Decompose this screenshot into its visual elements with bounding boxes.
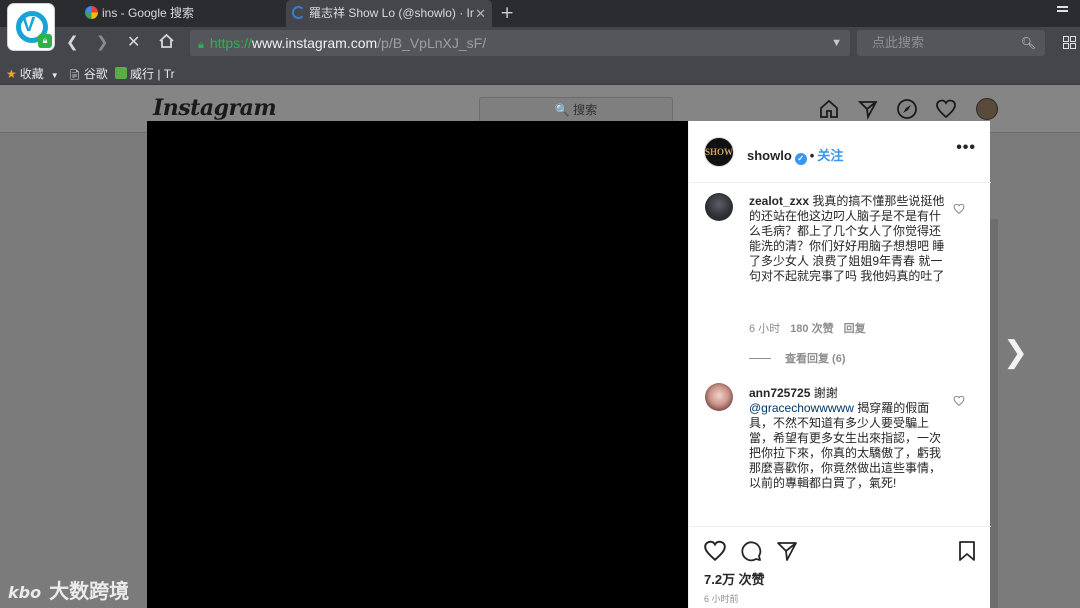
search-placeholder: 点此搜索 <box>872 35 925 50</box>
new-tab-button[interactable]: + <box>500 3 514 23</box>
verified-badge-icon: ✓ <box>794 153 807 165</box>
bookmark-label: 威行 | Tr <box>130 67 175 81</box>
instagram-search-input[interactable]: 🔍 搜索 <box>479 97 673 124</box>
mention-link[interactable]: @gracechowwwww <box>749 401 854 415</box>
post-video[interactable] <box>147 121 688 608</box>
direct-message-icon[interactable] <box>857 98 879 120</box>
back-icon[interactable]: ❮ <box>66 33 79 51</box>
close-tab-icon[interactable]: ✕ <box>475 0 486 27</box>
bookmark-label: 收藏 <box>19 67 44 81</box>
comment-bubble-icon[interactable] <box>739 539 763 563</box>
tab-title: 羅志祥 Show Lo (@showlo) · Ir <box>309 6 474 20</box>
heart-icon[interactable] <box>953 200 965 215</box>
commenter-avatar[interactable] <box>705 383 733 411</box>
commenter-username[interactable]: zealot_zxx <box>749 194 809 208</box>
loading-spinner-icon <box>292 6 305 19</box>
watermark-logo: kbo <box>8 583 42 602</box>
more-options-icon[interactable]: ••• <box>956 139 976 157</box>
bookmark-favorites[interactable]: ★ 收藏 ▼ <box>6 65 59 82</box>
commenter-username[interactable]: ann725725 <box>749 386 810 400</box>
share-icon[interactable] <box>775 539 799 563</box>
comment-likes[interactable]: 180 次赞 <box>790 323 833 335</box>
commenter-avatar[interactable] <box>705 193 733 221</box>
browser-menu-icon[interactable] <box>1057 6 1068 14</box>
comment-lead: 謝謝 <box>813 386 838 400</box>
shield-lock-icon: 🔒︎ <box>38 34 52 48</box>
url-scheme: https:// <box>209 35 252 51</box>
stop-loading-icon[interactable]: ✕ <box>127 32 140 51</box>
comment-body: zealot_zxx 我真的搞不懂那些说挺他的还站在他这边叼人脑子是不是有什么毛… <box>749 194 949 284</box>
forward-icon[interactable]: ❯ <box>96 33 109 51</box>
watermark-text: 大数跨境 <box>49 579 130 603</box>
tab-instagram[interactable]: 羅志祥 Show Lo (@showlo) · Ir ✕ <box>286 0 492 27</box>
url-path: /p/B_VpLnXJ_sF/ <box>377 35 487 51</box>
lock-icon: 🔒︎ <box>198 39 204 51</box>
background-post-strip <box>990 219 998 608</box>
caret-down-icon: ▼ <box>50 71 59 80</box>
follow-button[interactable]: 关注 <box>817 148 843 163</box>
home-icon[interactable] <box>158 33 175 53</box>
post-actions: 7.2万 次赞 6 小时前 <box>689 526 991 608</box>
next-post-arrow-icon[interactable]: ❯ <box>1003 335 1028 370</box>
apps-grid-icon[interactable] <box>1063 36 1077 50</box>
heart-icon[interactable] <box>935 98 957 120</box>
explore-icon[interactable] <box>896 98 918 120</box>
google-icon <box>85 6 98 19</box>
separator: • <box>809 148 815 163</box>
bookmarks-bar: ★ 收藏 ▼ 📄︎ 谷歌 威行 | Tr <box>0 60 1080 85</box>
view-replies-button[interactable]: 查看回复 (6) <box>749 350 846 366</box>
screen: { "browser": { "tabs": [ {"title": "ins … <box>0 0 1080 608</box>
chevron-down-icon[interactable]: ▼ <box>831 30 842 56</box>
search-input[interactable]: 点此搜索 🔍︎ <box>857 30 1045 56</box>
profile-avatar[interactable] <box>976 98 998 120</box>
url-host: www.instagram.com <box>251 35 378 51</box>
heart-icon[interactable] <box>953 392 965 407</box>
like-heart-icon[interactable] <box>703 539 727 563</box>
bookmark-label: 谷歌 <box>83 67 108 81</box>
comment-meta: 6 小时 180 次赞 回复 <box>749 320 876 336</box>
star-icon: ★ <box>6 67 17 81</box>
reply-button[interactable]: 回复 <box>844 323 866 335</box>
tab-title: ins - Google 搜索 <box>102 6 195 20</box>
comment-body: ann725725 謝謝 @gracechowwwww 揭穿羅的假面具，不然不知… <box>749 386 949 491</box>
author-username[interactable]: showlo <box>747 148 792 163</box>
address-bar[interactable]: 🔒︎ https://www.instagram.com/p/B_VpLnXJ_s… <box>190 30 850 56</box>
author-avatar[interactable]: SHOW <box>704 137 734 167</box>
watermark: kbo 大数跨境 <box>8 575 129 603</box>
bookmark-google[interactable]: 📄︎ 谷歌 <box>68 65 108 82</box>
bookmark-trello[interactable]: 威行 | Tr <box>115 65 175 82</box>
bookmark-save-icon[interactable] <box>955 539 979 563</box>
comment-time: 6 小时 <box>749 323 781 335</box>
page-icon: 📄︎ <box>68 70 81 81</box>
like-count[interactable]: 7.2万 次赞 <box>704 569 765 588</box>
tab-google-search[interactable]: ins - Google 搜索 <box>80 0 280 27</box>
trello-icon <box>115 67 127 79</box>
post-header: SHOW showlo ✓ • 关注 ••• <box>689 121 991 183</box>
post-time: 6 小时前 <box>704 594 739 604</box>
tab-bar: ins - Google 搜索 羅志祥 Show Lo (@showlo) · … <box>0 0 1080 27</box>
author-info: showlo ✓ • 关注 <box>747 145 843 165</box>
browser-logo: V 🔒︎ <box>7 3 55 51</box>
instagram-logo[interactable]: Instagram <box>153 95 277 121</box>
home-icon[interactable] <box>818 98 840 120</box>
post-panel: SHOW showlo ✓ • 关注 ••• zealot_zxx 我真的搞不懂那些说… <box>688 121 991 608</box>
search-icon[interactable]: 🔍︎ <box>1021 30 1036 56</box>
view-replies-label: 查看回复 (6) <box>785 353 846 365</box>
